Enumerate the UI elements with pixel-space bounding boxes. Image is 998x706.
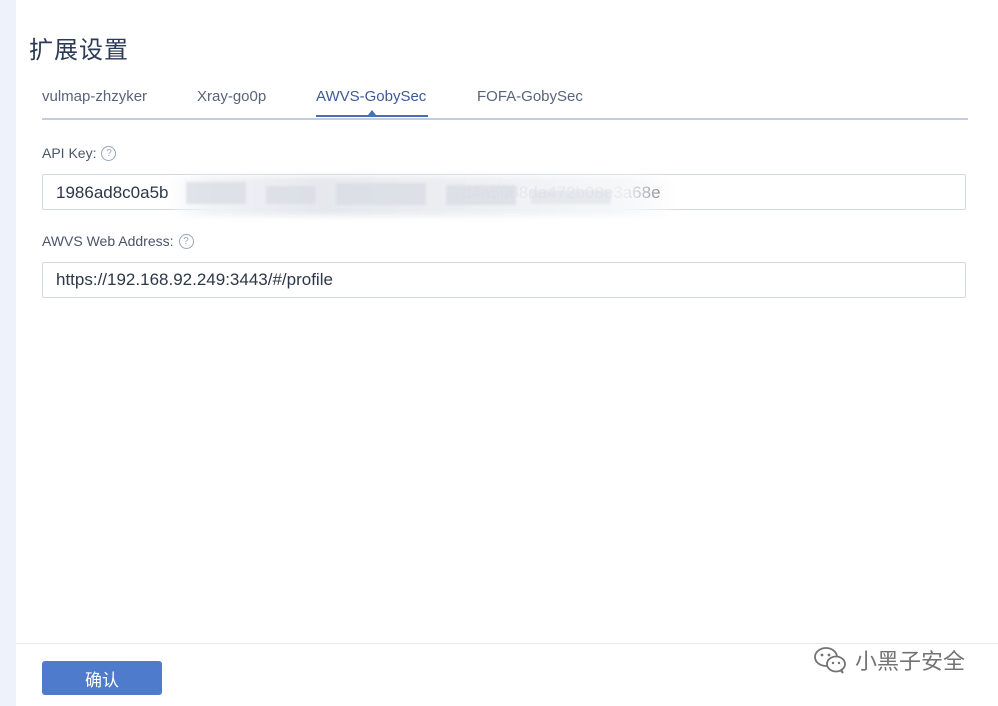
redaction-block xyxy=(186,182,246,204)
redaction-block xyxy=(266,186,316,204)
tab-bar: vulmap-zhzyker Xray-go0p AWVS-GobySec FO… xyxy=(42,80,968,120)
redaction-block xyxy=(531,190,611,204)
api-key-label: API Key: ? xyxy=(42,145,117,161)
extension-settings-panel: 扩展设置 vulmap-zhzyker Xray-go0p AWVS-GobyS… xyxy=(16,0,998,706)
awvs-web-address-help-icon[interactable]: ? xyxy=(178,233,194,249)
redaction-block xyxy=(336,183,426,205)
tab-awvs-gobysec[interactable]: AWVS-GobySec xyxy=(316,88,426,105)
tab-vulmap-zhzyker[interactable]: vulmap-zhzyker xyxy=(42,88,147,105)
awvs-web-address-label-text: AWVS Web Address: xyxy=(42,233,174,249)
awvs-web-address-label: AWVS Web Address: ? xyxy=(42,233,194,249)
awvs-web-address-input[interactable] xyxy=(42,262,966,298)
api-key-label-text: API Key: xyxy=(42,145,97,161)
tab-xray-go0p[interactable]: Xray-go0p xyxy=(197,88,266,105)
left-sidebar-strip xyxy=(0,0,16,706)
watermark-text: 小黑子安全 xyxy=(855,650,966,675)
page-title: 扩展设置 xyxy=(29,36,129,64)
watermark: 小黑子安全 xyxy=(813,644,965,676)
api-key-help-icon[interactable]: ? xyxy=(101,145,117,161)
confirm-button[interactable]: 确认 xyxy=(42,661,162,695)
active-tab-indicator xyxy=(316,115,428,117)
active-tab-caret-icon xyxy=(368,110,376,115)
api-key-value-visible-prefix: 1986ad8c0a5b xyxy=(56,183,169,202)
redaction-block xyxy=(446,185,516,205)
wechat-icon xyxy=(814,647,846,674)
tab-fofa-gobysec[interactable]: FOFA-GobySec xyxy=(477,88,583,105)
